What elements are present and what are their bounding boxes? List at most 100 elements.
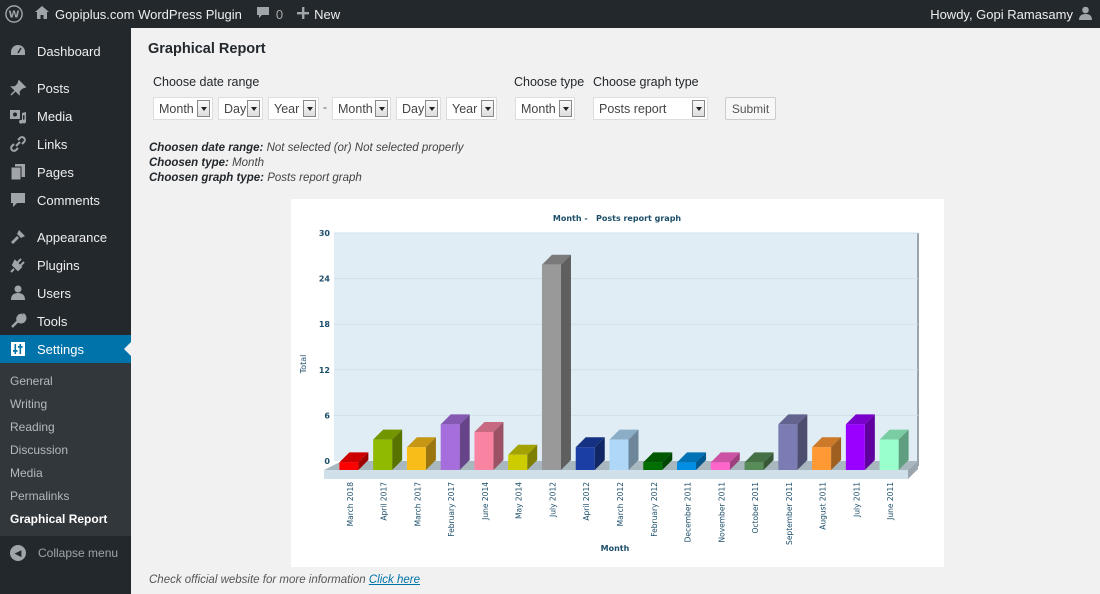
x-tick-label: April 2017 [380,482,389,521]
select-value: Day [224,101,247,116]
bar[interactable] [440,414,470,470]
main-content: Graphical Report Choose date range Choos… [131,28,1100,594]
submenu-item-discussion[interactable]: Discussion [0,438,131,461]
submenu-item-writing[interactable]: Writing [0,392,131,415]
info-value: Month [228,157,265,169]
bar-front [879,439,899,470]
x-tick-label: December 2011 [684,482,693,543]
svg-text:W: W [9,10,20,21]
dropdown-arrow-icon [303,100,316,117]
select-value: Year [452,101,478,116]
select-value: Month [159,101,194,116]
to-year-select[interactable]: Year [446,97,497,120]
menu-item-media[interactable]: Media [0,102,131,130]
menu-item-settings[interactable]: Settings [0,335,131,363]
graph-type-label: Choose graph type [593,75,699,89]
bar[interactable] [778,414,808,470]
official-website-link[interactable]: Click here [369,574,420,586]
collapse-menu-button[interactable]: ◀ Collapse menu [0,536,131,570]
dropdown-arrow-icon [247,100,260,117]
menu-item-plugins[interactable]: Plugins [0,251,131,279]
site-name-link[interactable]: Gopiplus.com WordPress Plugin [28,0,249,28]
to-day-select[interactable]: Day [396,97,441,120]
bar-front [474,432,494,470]
submenu-item-reading[interactable]: Reading [0,415,131,438]
info-label: Choosen graph type: [149,172,265,184]
dashboard-icon [8,41,28,61]
menu-label: Appearance [37,229,108,245]
info-value: Not selected (or) Not selected properly [263,142,464,154]
comments-count: 0 [275,6,284,22]
bar-front [744,462,764,470]
bar[interactable] [373,429,403,470]
bar[interactable] [879,429,909,470]
x-tick-label: August 2011 [819,482,828,530]
dropdown-arrow-icon [425,100,438,117]
x-tick-label: July 2011 [852,482,861,518]
settings-icon [8,339,28,359]
y-tick-label: 30 [319,229,331,238]
menu-item-dashboard[interactable]: Dashboard [0,37,131,65]
select-value: Year [274,101,300,116]
plus-icon [297,6,310,22]
menu-label: Comments [37,192,100,208]
from-day-select[interactable]: Day [218,97,263,120]
menu-item-pages[interactable]: Pages [0,158,131,186]
menu-label: Settings [37,341,84,357]
bar[interactable] [474,422,504,470]
from-year-select[interactable]: Year [268,97,319,120]
x-tick-label: March 2017 [413,482,422,527]
new-content-link[interactable]: New [290,0,347,28]
info-type: Choosen type: Month [149,157,264,169]
bar[interactable] [845,414,875,470]
bar[interactable] [541,254,571,470]
type-select[interactable]: Month [515,97,575,120]
media-icon [8,106,28,126]
graph-type-select[interactable]: Posts report [593,97,708,120]
bar-front [541,264,561,470]
wordpress-logo-icon[interactable]: W [0,0,28,28]
x-tick-label: February 2017 [447,482,456,537]
menu-item-links[interactable]: Links [0,130,131,158]
select-value: Posts report [599,101,667,116]
plot-area [334,233,918,461]
submenu-item-media[interactable]: Media [0,461,131,484]
dropdown-arrow-icon [197,100,210,117]
collapse-label: Collapse menu [38,546,119,560]
info-date-range: Choosen date range: Not selected (or) No… [149,142,463,154]
bar-front [778,424,798,470]
my-account-link[interactable]: Howdy, Gopi Ramasamy [923,0,1100,28]
select-value: Day [402,101,425,116]
date-range-separator: - [323,100,327,114]
y-axis-label: Total [299,355,308,375]
dropdown-arrow-icon [692,100,705,117]
pages-icon [8,162,28,182]
chart-container: 0 6 12 18 24 30 March 2018 April 2017 March 201… [291,199,944,567]
submit-button[interactable]: Submit [725,97,776,120]
user-avatar-icon [1079,6,1092,23]
submenu-item-graphical-report[interactable]: Graphical Report [0,507,131,530]
link-icon [8,134,28,154]
bar-front [812,447,832,470]
menu-item-posts[interactable]: Posts [0,74,131,102]
submenu-item-permalinks[interactable]: Permalinks [0,484,131,507]
bar[interactable] [609,429,639,470]
menu-label: Pages [37,164,74,180]
submenu-item-general[interactable]: General [0,369,131,392]
bar-front [643,462,663,470]
from-month-select[interactable]: Month [153,97,213,120]
comments-link[interactable]: 0 [249,0,290,28]
menu-label: Tools [37,313,68,329]
menu-item-comments[interactable]: Comments [0,186,131,214]
x-tick-label: October 2011 [751,482,760,534]
to-month-select[interactable]: Month [332,97,391,120]
x-tick-label: June 2011 [886,482,895,521]
menu-item-appearance[interactable]: Appearance [0,223,131,251]
settings-submenu: General Writing Reading Discussion Media… [0,363,131,536]
bar-front [339,462,359,470]
x-tick-label: November 2011 [717,482,726,543]
menu-item-users[interactable]: Users [0,279,131,307]
site-name: Gopiplus.com WordPress Plugin [55,6,242,22]
info-label: Choosen date range: [149,142,264,154]
menu-item-tools[interactable]: Tools [0,307,131,335]
